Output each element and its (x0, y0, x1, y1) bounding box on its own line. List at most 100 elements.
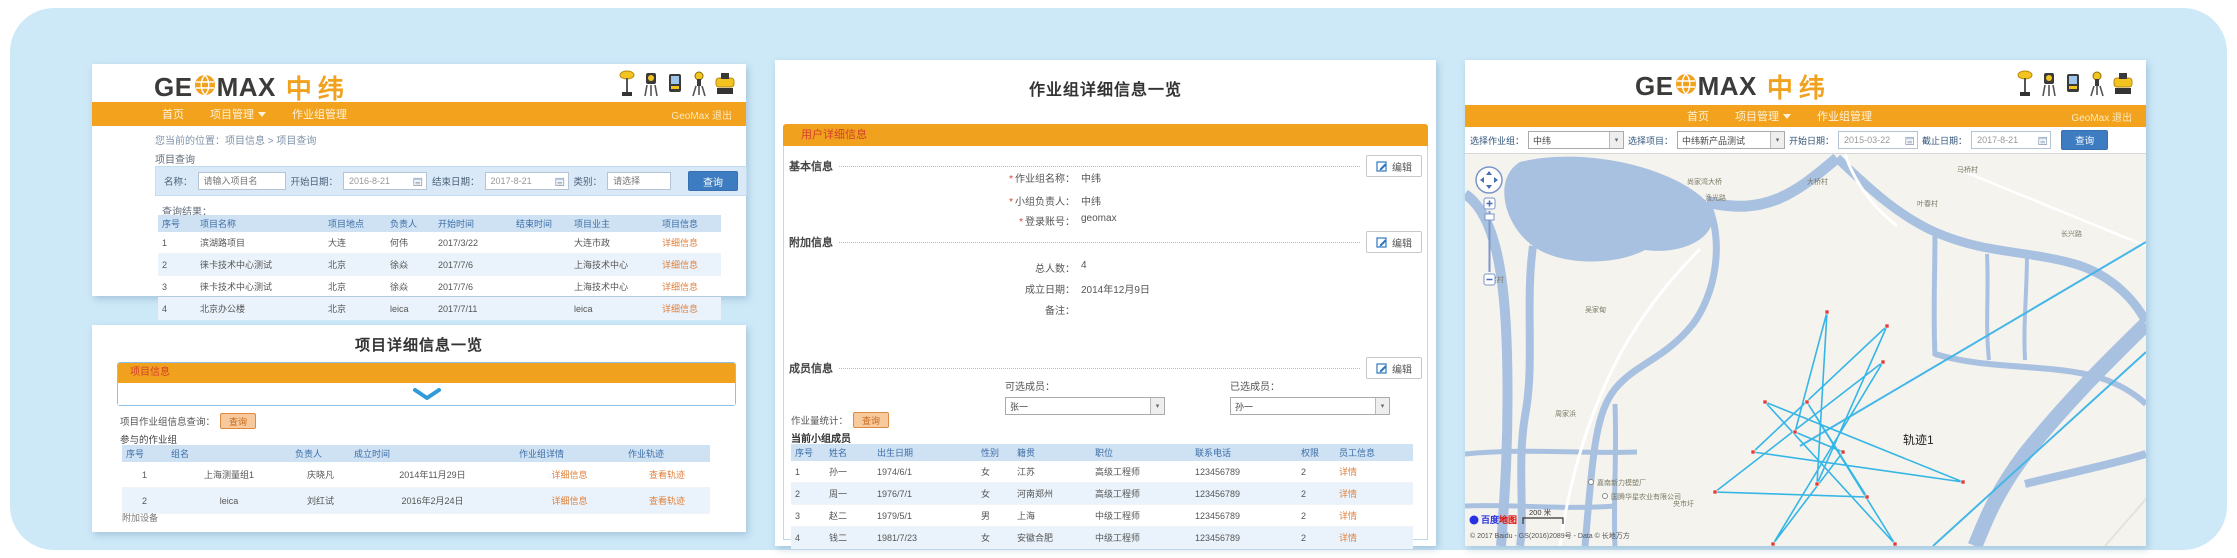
svg-text:马桥村: 马桥村 (1957, 165, 1978, 174)
workload-stats-label: 作业量统计： (791, 413, 848, 427)
search-form: 名称： 开始日期： 结束日期： 类别： 查询 (155, 166, 747, 196)
table-cell: 女 (977, 527, 1013, 549)
main-nav: 首页 项目管理 作业组管理 GeoMax 退出 (92, 102, 746, 126)
table-cell: 刘红试 (291, 488, 350, 514)
attribution-text: © 2017 Baidu - GS(2016)2089号 - Data © 长地… (1470, 531, 1630, 540)
table-link[interactable]: 详细信息 (658, 298, 721, 320)
edit-label: 编辑 (1392, 361, 1412, 376)
table-cell: 安徽合肥 (1013, 527, 1091, 549)
available-members-select-group: 可选成员： 张一▾ (1005, 378, 1165, 415)
logo-text-cn: 中纬 (1767, 68, 1831, 105)
nav-project-management[interactable]: 项目管理 (1735, 108, 1791, 124)
end-date-input[interactable] (489, 175, 555, 187)
table-link[interactable]: 详情 (1335, 505, 1413, 527)
project-name-input[interactable] (202, 175, 282, 187)
table-cell: 上海测量组1 (167, 462, 291, 488)
table-cell: 大连市政 (570, 232, 658, 254)
workload-stats-row: 作业量统计： 查询 (791, 412, 889, 428)
calendar-icon[interactable] (555, 176, 565, 187)
controller-icon (2064, 70, 2082, 97)
table-cell: 孙一 (825, 461, 873, 483)
nav-group-management[interactable]: 作业组管理 (292, 106, 347, 122)
table-cell: 2 (791, 483, 825, 505)
field-label: 成立日期： (1025, 285, 1075, 296)
map-canvas[interactable]: 轨迹1 尚家湾大桥 渔光路 叶春村 马桥村 金星村 吴家甸 周家浜 央市圩 长兴… (1465, 154, 2146, 546)
logo-text-ge: GE (1635, 71, 1674, 102)
track-search-button[interactable]: 查询 (2061, 130, 2108, 150)
calendar-icon[interactable] (2038, 135, 2047, 146)
project-select[interactable]: 中纬新产品测试▾ (1677, 131, 1785, 149)
dotted-divider (839, 166, 1360, 167)
svg-text:大桥村: 大桥村 (1807, 177, 1828, 186)
table-cell: 男 (977, 505, 1013, 527)
table-cell (512, 254, 570, 276)
table-link[interactable]: 详细信息 (658, 254, 721, 276)
group-query-button[interactable]: 查询 (220, 413, 256, 429)
dropdown-arrow-icon: ▾ (1609, 132, 1623, 148)
table-cell: 1974/6/1 (873, 461, 977, 483)
nav-project-management[interactable]: 项目管理 (210, 106, 266, 122)
nav-project-label: 项目管理 (1735, 108, 1779, 124)
table-link[interactable]: 详细信息 (515, 488, 624, 514)
start-date-input[interactable] (347, 175, 413, 187)
start-date-input[interactable] (1842, 134, 1905, 146)
selected-members-select[interactable]: 孙一▾ (1230, 397, 1390, 415)
nav-home[interactable]: 首页 (1687, 108, 1709, 124)
table-row: 1孙一1974/6/1女江苏高级工程师1234567892详情 (791, 461, 1413, 483)
calendar-icon[interactable] (413, 176, 423, 187)
table-cell: 大连 (324, 232, 386, 254)
group-detail-window: 作业组详细信息一览 用户详细信息 基本信息 编辑 *作业组名称：中纬 *小组负责… (775, 60, 1436, 546)
edit-basic-button[interactable]: 编辑 (1366, 155, 1422, 177)
logout-link[interactable]: GeoMax 退出 (2071, 109, 2132, 124)
dotted-divider (839, 368, 1360, 369)
table-row: 4北京办公楼北京leica2017/7/11leica详细信息 (158, 298, 721, 320)
name-label: 名称： (164, 174, 193, 188)
table-cell: 123456789 (1191, 461, 1297, 483)
field-remarks: 备注： (925, 302, 1265, 317)
select-value: 孙一 (1231, 400, 1375, 413)
zoom-slider-handle (1485, 214, 1494, 220)
column-header: 负责人 (386, 215, 434, 232)
type-input[interactable] (611, 175, 667, 187)
table-cell: 2 (1297, 461, 1335, 483)
members-table: 序号姓名出生日期性别籍贯职位联系电话权限员工信息1孙一1974/6/1女江苏高级… (791, 444, 1413, 549)
group-select[interactable]: 中纬▾ (1528, 131, 1624, 149)
svg-text:叶春村: 叶春村 (1917, 199, 1938, 208)
project-query-window: GEMAX 中纬 首页 项目管理 作业组管理 GeoMax 退出 您当前的位置：… (92, 64, 746, 296)
table-cell: 江苏 (1013, 461, 1091, 483)
edit-extra-button[interactable]: 编辑 (1366, 231, 1422, 253)
calendar-icon[interactable] (1905, 135, 1914, 146)
gnss-pole-icon (618, 70, 636, 97)
workload-query-button[interactable]: 查询 (853, 412, 889, 428)
controller-icon (666, 70, 684, 97)
table-link[interactable]: 查看轨迹 (624, 488, 710, 514)
table-cell: leica (386, 298, 434, 320)
nav-group-label: 作业组管理 (1817, 108, 1872, 124)
column-header: 籍贯 (1013, 444, 1091, 461)
table-link[interactable]: 详情 (1335, 483, 1413, 505)
table-cell: 河南郑州 (1013, 483, 1091, 505)
total-station-icon (2040, 70, 2058, 97)
machine-sensor-icon (714, 70, 736, 97)
available-members-select[interactable]: 张一▾ (1005, 397, 1165, 415)
column-header: 项目信息 (658, 215, 721, 232)
search-button[interactable]: 查询 (688, 171, 738, 191)
edit-members-button[interactable]: 编辑 (1366, 357, 1422, 379)
table-link[interactable]: 详细信息 (515, 462, 624, 488)
logout-link[interactable]: GeoMax 退出 (671, 107, 732, 122)
logo-text-max: MAX (217, 72, 276, 103)
logo-text-cn: 中纬 (286, 69, 350, 106)
nav-project-label: 项目管理 (210, 106, 254, 122)
table-link[interactable]: 详细信息 (658, 232, 721, 254)
table-link[interactable]: 查看轨迹 (624, 462, 710, 488)
table-link[interactable]: 详情 (1335, 461, 1413, 483)
collapse-toggle[interactable] (118, 383, 735, 405)
nav-home[interactable]: 首页 (162, 106, 184, 122)
table-link[interactable]: 详情 (1335, 527, 1413, 549)
table-cell: 1979/5/1 (873, 505, 977, 527)
table-cell: 1 (158, 232, 196, 254)
table-row: 3徕卡技术中心测试北京徐焱2017/7/6上海技术中心详细信息 (158, 276, 721, 298)
end-date-input[interactable] (1975, 134, 2038, 146)
table-link[interactable]: 详细信息 (658, 276, 721, 298)
nav-group-management[interactable]: 作业组管理 (1817, 108, 1872, 124)
